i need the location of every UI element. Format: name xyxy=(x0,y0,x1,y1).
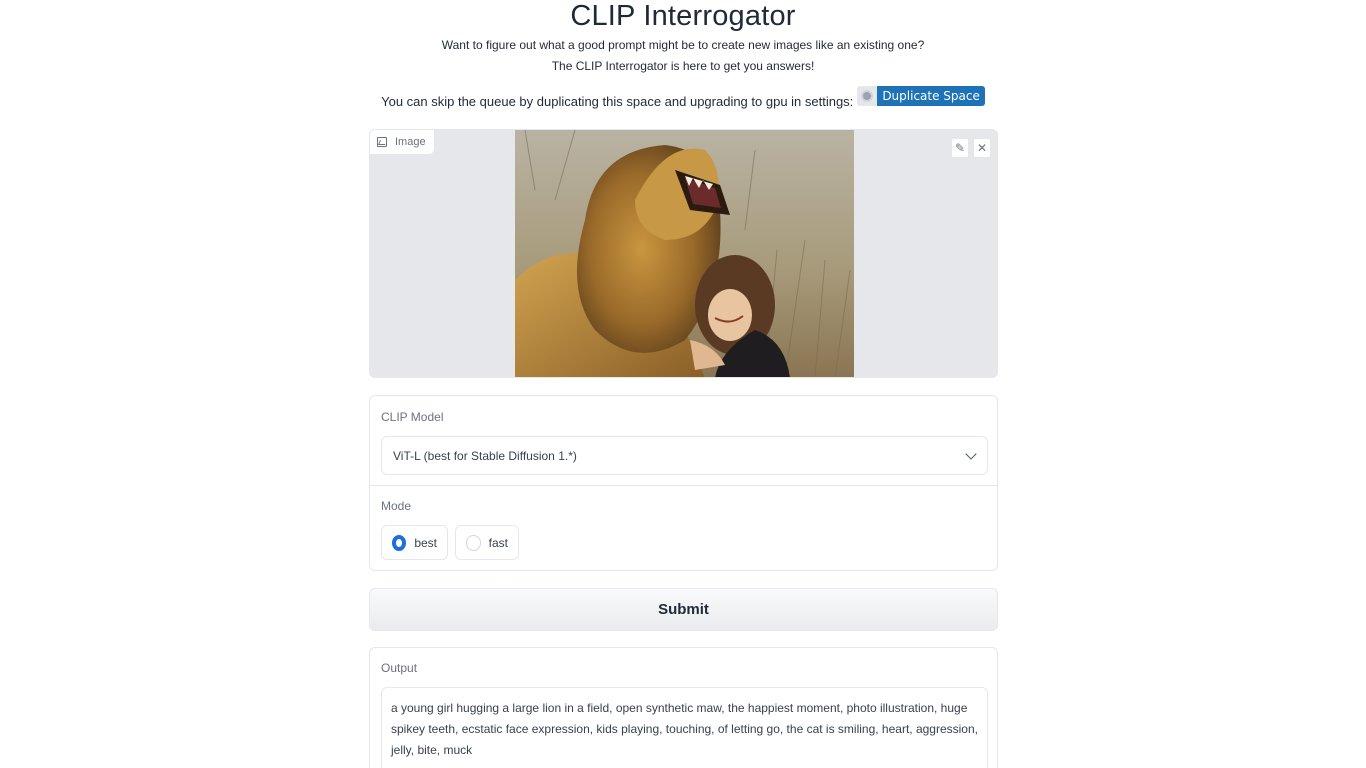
divider xyxy=(370,485,997,486)
duplicate-space-label: Duplicate Space xyxy=(877,86,985,106)
clip-model-label: CLIP Model xyxy=(381,410,444,424)
page-title: CLIP Interrogator xyxy=(570,0,796,32)
mode-option-fast[interactable]: fast xyxy=(455,525,519,560)
radio-unselected-icon xyxy=(466,534,481,551)
description-line-1: Want to figure out what a good prompt mi… xyxy=(441,38,925,52)
clip-model-dropdown[interactable]: ViT-L (best for Stable Diffusion 1.*) xyxy=(381,436,988,475)
mode-option-best-label: best xyxy=(414,535,437,550)
chevron-down-icon xyxy=(965,448,977,460)
duplicate-space-text: You can skip the queue by duplicating th… xyxy=(381,93,854,109)
duplicate-icon xyxy=(857,86,878,106)
uploaded-image xyxy=(515,130,854,377)
settings-panel: CLIP Model ViT-L (best for Stable Diffus… xyxy=(369,395,998,571)
close-icon[interactable]: ✕ xyxy=(973,138,991,158)
description-line-2: The CLIP Interrogator is here to get you… xyxy=(551,59,815,73)
mode-option-best[interactable]: best xyxy=(381,525,448,560)
image-label: Image xyxy=(370,130,435,155)
duplicate-space-row: You can skip the queue by duplicating th… xyxy=(0,86,1366,109)
pencil-icon[interactable]: ✎ xyxy=(951,138,969,158)
output-label: Output xyxy=(381,661,418,675)
output-textbox[interactable]: a young girl hugging a large lion in a f… xyxy=(381,687,988,768)
output-panel: Output a young girl hugging a large lion… xyxy=(369,647,998,768)
radio-selected-icon xyxy=(392,534,407,551)
mode-option-fast-label: fast xyxy=(488,535,508,550)
duplicate-space-button[interactable]: Duplicate Space xyxy=(857,86,985,106)
submit-button[interactable]: Submit xyxy=(369,588,998,631)
image-input[interactable]: Image ✎ ✕ xyxy=(369,129,998,378)
mode-label: Mode xyxy=(381,499,412,513)
image-label-text: Image xyxy=(395,136,426,148)
clip-model-value: ViT-L (best for Stable Diffusion 1.*) xyxy=(393,448,577,463)
image-icon xyxy=(377,137,387,147)
